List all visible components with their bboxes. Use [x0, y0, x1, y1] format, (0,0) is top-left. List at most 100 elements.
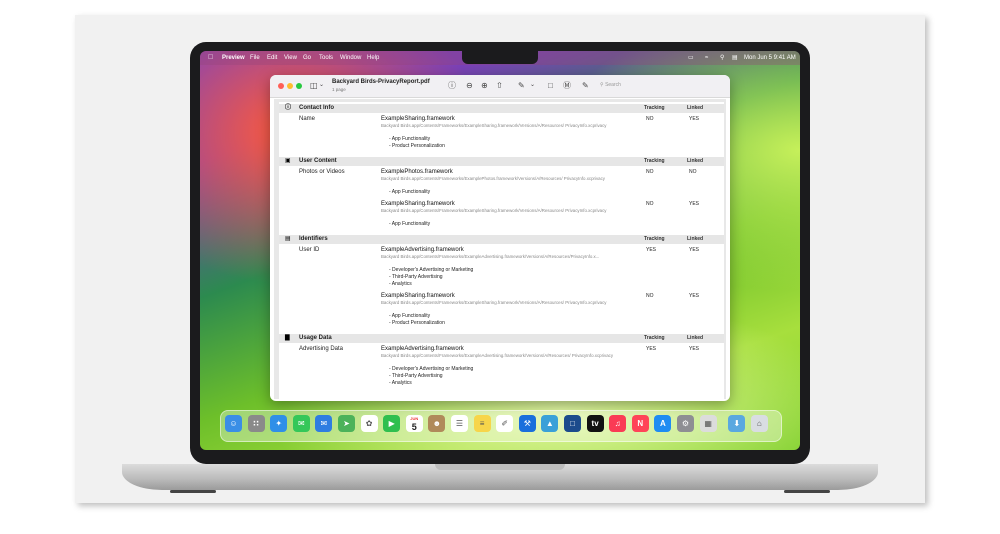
minimize-button[interactable]: [287, 83, 293, 89]
purpose-item: - Analytics: [389, 281, 412, 287]
maps-icon[interactable]: ➤: [338, 415, 355, 432]
calendar-icon[interactable]: JUN 5: [405, 415, 423, 432]
section-title: User Content: [299, 158, 337, 164]
document-area[interactable]: ⓘ Contact Info Tracking Linked Name ExampleSh…: [274, 99, 726, 399]
menu-go[interactable]: Go: [303, 51, 311, 65]
battery-icon[interactable]: ▭: [688, 51, 694, 65]
menu-view[interactable]: View: [284, 51, 297, 65]
trash-icon[interactable]: ⌂: [750, 415, 768, 432]
wifi-icon[interactable]: ≈: [705, 51, 708, 65]
section-header: ▣ User Content Tracking Linked: [279, 157, 724, 166]
section-header: ▤ Identifiers Tracking Linked: [279, 235, 724, 244]
chevron-down-icon[interactable]: ⌄: [319, 81, 324, 90]
apple-menu-icon[interactable]: : [208, 51, 213, 65]
system-settings-icon[interactable]: ⚙: [677, 415, 694, 432]
downloads-folder-icon[interactable]: ⬇: [728, 415, 746, 432]
menu-window[interactable]: Window: [340, 51, 361, 65]
menu-clock[interactable]: Mon Jun 5 9:41 AM: [744, 51, 796, 65]
bar-chart-icon: ▇: [285, 335, 290, 341]
tracking-value: YES: [646, 247, 657, 253]
laptop-foot-left: [170, 490, 216, 493]
menu-file[interactable]: File: [250, 51, 260, 65]
tracking-header: Tracking: [644, 158, 665, 164]
appletv-icon[interactable]: tv: [586, 415, 604, 432]
linked-value: YES: [689, 293, 700, 299]
purpose-item: - Third-Party Advertising: [389, 373, 443, 379]
page-count: 1 page: [332, 87, 346, 92]
document-title: Backyard Birds-PrivacyReport.pdf: [332, 79, 430, 85]
freeform-icon[interactable]: ✐: [496, 415, 514, 432]
facetime-icon[interactable]: ▶: [383, 415, 401, 432]
reminders-icon[interactable]: ☰: [451, 415, 468, 432]
launchpad-icon[interactable]: ∷: [247, 415, 265, 432]
contacts-icon[interactable]: ☻: [428, 415, 446, 432]
purpose-item: - App Functionality: [389, 189, 431, 195]
framework-path: Backyard Birds.app/Contents/Frameworks/E…: [381, 123, 607, 128]
info-icon: ⓘ: [285, 105, 292, 111]
menu-tools[interactable]: Tools: [319, 51, 333, 65]
data-type-label: User ID: [299, 247, 320, 253]
markup-pen-icon[interactable]: ✎: [518, 81, 525, 90]
notes-icon[interactable]: ≡: [473, 415, 491, 432]
linked-value: YES: [689, 116, 700, 122]
close-button[interactable]: [278, 83, 284, 89]
linked-header: Linked: [687, 158, 704, 164]
tracking-value: NO: [646, 293, 654, 299]
zoom-button[interactable]: [296, 83, 302, 89]
calendar-month: JUN: [410, 416, 419, 421]
data-type-label: Name: [299, 116, 316, 122]
news-icon[interactable]: N: [631, 415, 649, 432]
purpose-item: - App Functionality: [389, 313, 431, 319]
messages-icon[interactable]: ✉: [292, 415, 310, 432]
framework-path: Backyard Birds.app/Contents/Frameworks/E…: [381, 254, 600, 259]
framework-name: ExampleSharing.framework: [381, 201, 455, 207]
sidebar-toggle-icon[interactable]: ◫: [310, 81, 318, 90]
framework-name: ExampleAdvertising.framework: [381, 247, 464, 253]
menu-preview[interactable]: Preview: [222, 51, 245, 65]
rotate-icon[interactable]: □: [548, 81, 553, 90]
info-button-icon[interactable]: ⓘ: [448, 81, 456, 90]
section-header: ▇ Usage Data Tracking Linked: [279, 334, 724, 343]
zoom-in-icon[interactable]: ⊕: [481, 81, 488, 90]
section-title: Usage Data: [299, 335, 332, 341]
instruments-icon[interactable]: ▲: [541, 415, 559, 432]
laptop-opening-notch: [435, 464, 565, 470]
tracking-value: YES: [646, 346, 657, 352]
photos-icon: ▣: [285, 158, 291, 164]
id-card-icon: ▤: [285, 236, 291, 242]
form-fill-icon[interactable]: ✎: [582, 81, 589, 90]
framework-path: Backyard Birds.app/Contents/Frameworks/E…: [381, 208, 607, 213]
preview-window: ◫ ⌄ Backyard Birds-PrivacyReport.pdf 1 p…: [270, 75, 730, 401]
spotlight-icon[interactable]: ⚲: [720, 51, 724, 65]
highlight-icon[interactable]: Ⓜ: [563, 81, 571, 90]
tracking-value: NO: [646, 201, 654, 207]
purpose-item: - App Functionality: [389, 136, 431, 142]
calendar-day: 5: [411, 422, 417, 432]
markup-chevron-icon[interactable]: ⌄: [530, 81, 535, 90]
linked-value: NO: [689, 169, 697, 175]
xcode-icon[interactable]: ⚒: [518, 415, 536, 432]
purpose-item: - App Functionality: [389, 221, 431, 227]
appstore-icon[interactable]: A: [654, 415, 672, 432]
linked-header: Linked: [687, 236, 704, 242]
photos-app-icon[interactable]: ✿: [360, 415, 378, 432]
menu-help[interactable]: Help: [367, 51, 379, 65]
purpose-item: - Third-Party Advertising: [389, 274, 443, 280]
preview-app-icon[interactable]: ▦: [699, 415, 717, 432]
section-title: Contact Info: [299, 105, 334, 111]
finder-icon[interactable]: ☺: [225, 415, 242, 432]
control-center-icon[interactable]: ▤: [732, 51, 738, 65]
search-field[interactable]: ⚲ Search: [600, 80, 650, 91]
zoom-out-icon[interactable]: ⊖: [466, 81, 473, 90]
menu-edit[interactable]: Edit: [267, 51, 277, 65]
section-header: ⓘ Contact Info Tracking Linked: [279, 104, 724, 113]
music-icon[interactable]: ♫: [609, 415, 627, 432]
mail-icon[interactable]: ✉: [315, 415, 333, 432]
simulator-icon[interactable]: □: [564, 415, 581, 432]
safari-icon[interactable]: ✦: [270, 415, 288, 432]
share-icon[interactable]: ⇧: [496, 81, 503, 90]
tracking-value: NO: [646, 169, 654, 175]
window-toolbar: ◫ ⌄ Backyard Birds-PrivacyReport.pdf 1 p…: [270, 75, 730, 98]
linked-header: Linked: [687, 335, 704, 341]
purpose-item: - Product Personalization: [389, 320, 445, 326]
